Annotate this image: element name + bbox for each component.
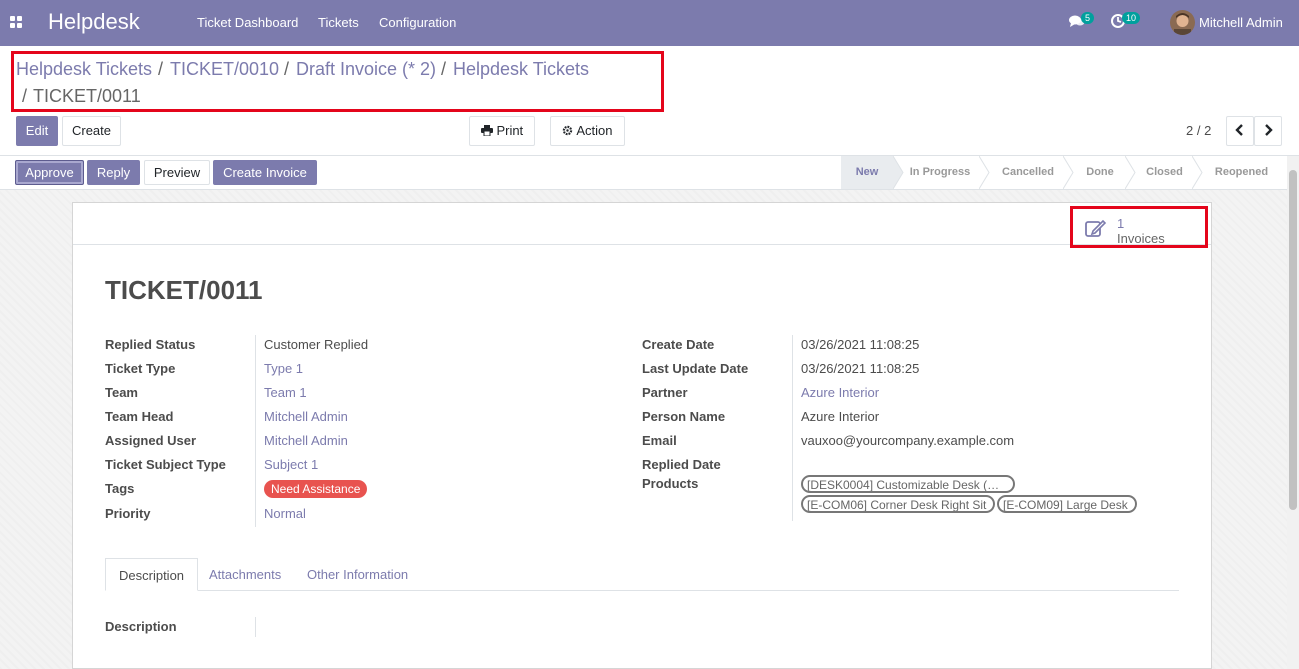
stage-arrow: [1192, 156, 1203, 189]
tab-attachments[interactable]: Attachments: [196, 558, 294, 591]
breadcrumb-separator: /: [441, 59, 447, 79]
field-label-assigned-user: Assigned User: [105, 433, 197, 448]
field-divider: [255, 335, 256, 527]
product-tag-desk0004[interactable]: [DESK0004] Customizable Desk (…: [801, 475, 1015, 493]
menu-configuration[interactable]: Configuration: [379, 15, 456, 30]
invoice-count: 1: [1117, 216, 1125, 231]
print-button[interactable]: Print: [469, 116, 535, 146]
chevron-left-icon: [1235, 124, 1243, 136]
stage-reopened[interactable]: Reopened: [1204, 156, 1279, 189]
invoice-label: Invoices: [1117, 231, 1165, 246]
print-icon: [480, 125, 493, 137]
app-brand[interactable]: Helpdesk: [48, 9, 140, 35]
vertical-scrollbar[interactable]: [1287, 156, 1299, 669]
field-label-team: Team: [105, 385, 138, 400]
field-value-email: vauxoo@yourcompany.example.com: [801, 433, 1015, 448]
stage-cancelled[interactable]: Cancelled: [993, 156, 1063, 189]
form-sheet: 1 Invoices TICKET/0011 Replied Status Ti…: [72, 202, 1212, 669]
approve-button[interactable]: Approve: [15, 160, 84, 185]
field-label-person-name: Person Name: [642, 409, 726, 424]
stage-closed[interactable]: Closed: [1137, 156, 1192, 189]
field-label-tags: Tags: [105, 481, 135, 496]
chevron-right-icon: [1265, 124, 1273, 136]
pager-previous-button[interactable]: [1226, 116, 1254, 146]
breadcrumb-separator: /: [158, 59, 164, 79]
invoices-smart-button[interactable]: 1 Invoices: [1070, 206, 1208, 248]
breadcrumb-separator: /: [284, 59, 290, 79]
field-value-assigned-user[interactable]: Mitchell Admin: [264, 433, 348, 448]
field-value-team[interactable]: Team 1: [264, 385, 307, 400]
breadcrumb-ticket-0010[interactable]: TICKET/0010: [170, 59, 279, 80]
description-label: Description: [105, 619, 177, 634]
field-label-team-head: Team Head: [105, 409, 174, 424]
menu-tickets[interactable]: Tickets: [318, 15, 359, 30]
field-label-replied-status: Replied Status: [105, 337, 196, 352]
status-bar: Approve Reply Preview Create Invoice New…: [0, 156, 1299, 190]
print-label: Print: [496, 123, 524, 138]
stage-done[interactable]: Done: [1075, 156, 1125, 189]
apps-menu-icon[interactable]: [10, 16, 22, 28]
create-button[interactable]: Create: [62, 116, 121, 146]
record-title: TICKET/0011: [105, 275, 263, 305]
breadcrumb-separator: /: [22, 86, 28, 106]
field-value-team-head[interactable]: Mitchell Admin: [264, 409, 348, 424]
tab-other-information[interactable]: Other Information: [294, 558, 421, 591]
action-button[interactable]: Action: [550, 116, 625, 146]
tag-need-assistance[interactable]: Need Assistance: [264, 480, 368, 498]
product-tag-ecom06[interactable]: [E-COM06] Corner Desk Right Sit: [801, 495, 995, 513]
field-value-person-name: Azure Interior: [801, 409, 880, 424]
smart-button-box: 1 Invoices: [73, 203, 1211, 248]
edit-invoice-icon: [1085, 219, 1107, 237]
pager-value[interactable]: 2 / 2: [1186, 123, 1211, 138]
preview-button[interactable]: Preview: [144, 160, 210, 185]
field-divider: [792, 335, 793, 521]
field-label-email: Email: [642, 433, 677, 448]
field-label-priority: Priority: [105, 506, 151, 521]
product-tag-ecom09[interactable]: [E-COM09] Large Desk: [997, 495, 1137, 513]
stage-arrow: [979, 156, 990, 189]
field-label-ticket-subject-type: Ticket Subject Type: [105, 457, 226, 472]
breadcrumb-current: TICKET/0011: [33, 86, 141, 106]
scrollbar-thumb[interactable]: [1289, 170, 1297, 510]
gear-icon: [563, 125, 573, 136]
field-label-last-update-date: Last Update Date: [642, 361, 749, 376]
field-value-priority[interactable]: Normal: [264, 506, 306, 521]
field-label-create-date: Create Date: [642, 337, 715, 352]
field-label-ticket-type: Ticket Type: [105, 361, 176, 376]
tab-description[interactable]: Description: [105, 558, 199, 591]
field-value-ticket-type[interactable]: Type 1: [264, 361, 303, 376]
edit-button[interactable]: Edit: [16, 116, 58, 146]
field-divider: [255, 617, 256, 637]
field-label-products: Products: [642, 476, 699, 491]
user-avatar[interactable]: [1170, 10, 1195, 35]
stage-in-progress[interactable]: In Progress: [903, 156, 977, 189]
field-value-last-update-date: 03/26/2021 11:08:25: [801, 361, 920, 376]
breadcrumb-draft-invoice[interactable]: Draft Invoice (* 2): [296, 59, 436, 80]
field-label-replied-date: Replied Date: [642, 457, 721, 472]
menu-ticket-dashboard[interactable]: Ticket Dashboard: [197, 15, 298, 30]
messages-count-badge: 5: [1081, 12, 1095, 24]
breadcrumb-helpdesk-tickets[interactable]: Helpdesk Tickets: [16, 59, 152, 80]
field-value-replied-status: Customer Replied: [264, 337, 369, 352]
stage-arrow: [1063, 156, 1074, 189]
stage-arrow: [1125, 156, 1136, 189]
pager-next-button[interactable]: [1254, 116, 1282, 146]
activities-count-badge: 10: [1122, 12, 1141, 24]
user-name[interactable]: Mitchell Admin: [1199, 15, 1283, 30]
action-label: Action: [576, 123, 613, 138]
field-value-create-date: 03/26/2021 11:08:25: [801, 337, 920, 352]
field-value-partner[interactable]: Azure Interior: [801, 385, 879, 400]
top-navbar: Helpdesk Ticket Dashboard Tickets Config…: [0, 0, 1299, 46]
field-value-ticket-subject-type[interactable]: Subject 1: [264, 457, 318, 472]
stage-new[interactable]: New: [841, 156, 893, 189]
create-invoice-button[interactable]: Create Invoice: [213, 160, 317, 185]
breadcrumb-helpdesk-tickets-2[interactable]: Helpdesk Tickets: [453, 59, 589, 80]
reply-button[interactable]: Reply: [87, 160, 140, 185]
field-label-partner: Partner: [642, 385, 688, 400]
